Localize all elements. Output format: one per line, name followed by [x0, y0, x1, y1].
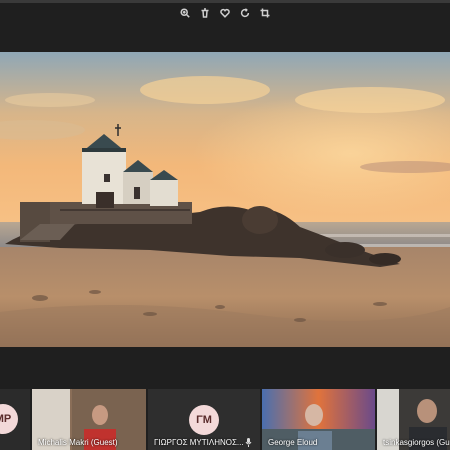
crop-icon[interactable] [259, 7, 272, 20]
avatar: MP [0, 404, 18, 434]
participant-name: George Eloud [268, 438, 318, 447]
image-toolbar [0, 3, 450, 23]
rotate-icon[interactable] [239, 7, 252, 20]
mic-off-icon [245, 438, 252, 447]
participant-tile[interactable]: George Eloud [262, 389, 375, 450]
heart-icon[interactable] [219, 7, 232, 20]
participant-tile[interactable]: ΓΜ ΓΙΩΡΓΟΣ ΜΥΤΙΛΗΝΟΣ... [148, 389, 260, 450]
participant-name: tsinkasgiorgos (Gue [383, 438, 450, 447]
zoom-icon[interactable] [179, 7, 192, 20]
participant-tile[interactable]: Michalis Makri (Guest) [32, 389, 146, 450]
participant-name: ΓΙΩΡΓΟΣ ΜΥΤΙΛΗΝΟΣ... [154, 438, 244, 447]
participant-tile[interactable]: tsinkasgiorgos (Gue [377, 389, 450, 450]
participant-tile[interactable]: MP [0, 389, 30, 450]
participant-name: Michalis Makri (Guest) [38, 438, 118, 447]
participant-gallery: MP Michalis Makri (Guest) ΓΜ ΓΙΩΡΓΟΣ ΜΥΤ… [0, 389, 450, 450]
shared-screen-photo [0, 52, 450, 347]
trash-icon[interactable] [199, 7, 212, 20]
avatar: ΓΜ [189, 405, 219, 435]
